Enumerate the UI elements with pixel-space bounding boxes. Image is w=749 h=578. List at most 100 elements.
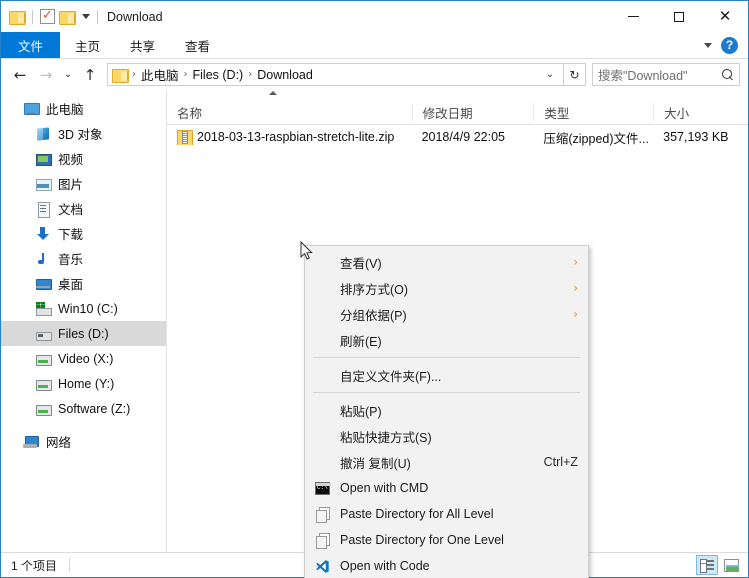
menu-item-sort-by[interactable]: 排序方式(O) ›	[305, 275, 588, 301]
customize-dropdown-icon[interactable]	[82, 14, 90, 19]
forward-button[interactable]: →	[33, 62, 59, 88]
menu-item-label: 自定义文件夹(F)...	[340, 369, 442, 384]
sidebar-item-label: 网络	[46, 436, 72, 450]
videos-icon	[35, 151, 52, 167]
large-icons-view-icon	[723, 558, 739, 572]
content-area: 此电脑 3D 对象 视频 图片 文档 下载 音乐 桌面 Win10 (C:) F…	[1, 90, 748, 578]
column-header-type[interactable]: 类型	[533, 103, 653, 121]
windows-drive-icon	[35, 301, 52, 317]
sidebar-item-documents[interactable]: 文档	[1, 196, 166, 221]
details-view-icon	[700, 559, 714, 573]
breadcrumb-dropdown-icon[interactable]: ⌄	[541, 69, 559, 80]
menu-separator	[313, 392, 580, 393]
breadcrumb-item-download[interactable]: Download	[254, 68, 316, 82]
sidebar-item-win10-c[interactable]: Win10 (C:)	[1, 296, 166, 321]
menu-item-open-with-code[interactable]: Open with Code	[305, 553, 588, 578]
up-button[interactable]: ↑	[77, 62, 103, 88]
sidebar-item-label: 视频	[58, 153, 84, 167]
menu-item-label: 粘贴快捷方式(S)	[340, 430, 432, 445]
music-icon	[35, 251, 51, 267]
search-icon[interactable]	[722, 68, 734, 81]
sidebar-item-desktop[interactable]: 桌面	[1, 271, 166, 296]
tab-share[interactable]: 共享	[115, 32, 170, 58]
table-row[interactable]: 2018-03-13-raspbian-stretch-lite.zip 201…	[167, 125, 748, 149]
sidebar-item-software-z[interactable]: Software (Z:)	[1, 396, 166, 421]
sidebar-item-label: 桌面	[58, 278, 84, 292]
menu-item-view[interactable]: 查看(V) ›	[305, 249, 588, 275]
column-header-size[interactable]: 大小	[653, 103, 748, 121]
sidebar-item-label: 下载	[58, 228, 84, 242]
minimize-icon	[627, 16, 639, 17]
details-view-button[interactable]	[696, 555, 718, 575]
tab-view[interactable]: 查看	[170, 32, 225, 58]
sidebar-item-label: 3D 对象	[58, 128, 103, 142]
sidebar-item-label: Video (X:)	[58, 351, 114, 366]
sidebar-item-videos[interactable]: 视频	[1, 146, 166, 171]
cell-name: 2018-03-13-raspbian-stretch-lite.zip	[167, 129, 412, 145]
menu-item-paste-directory-one-level[interactable]: Paste Directory for One Level	[305, 527, 588, 553]
chevron-right-icon: ›	[573, 255, 578, 269]
menu-item-label: 分组依据(P)	[340, 308, 407, 323]
window-controls: ✕	[610, 1, 748, 32]
explorer-window: Download ✕ 文件 主页 共享 查看 ? ← → ⌄ ↑ › 此电脑 ›…	[0, 0, 749, 578]
close-button[interactable]: ✕	[702, 1, 748, 32]
sidebar-item-video-x[interactable]: Video (X:)	[1, 346, 166, 371]
breadcrumb-separator-2: ›	[248, 69, 253, 80]
tab-file[interactable]: 文件	[1, 32, 61, 58]
column-header-name[interactable]: 名称	[167, 103, 412, 121]
menu-item-group-by[interactable]: 分组依据(P) ›	[305, 301, 588, 327]
toolbar-divider	[32, 9, 33, 24]
cmd-icon	[315, 481, 331, 495]
sidebar-item-this-pc[interactable]: 此电脑	[1, 96, 166, 121]
cell-type: 压缩(zipped)文件...	[543, 131, 649, 146]
help-icon[interactable]: ?	[721, 36, 738, 54]
cell-size: 357,193 KB	[663, 130, 729, 144]
view-mode-buttons	[696, 555, 742, 575]
network-drive-icon	[35, 351, 52, 367]
breadcrumb-item-this-pc[interactable]: 此电脑	[138, 65, 182, 84]
sidebar-item-home-y[interactable]: Home (Y:)	[1, 371, 166, 396]
sidebar-item-label: Win10 (C:)	[58, 301, 118, 316]
sidebar-item-music[interactable]: 音乐	[1, 246, 166, 271]
sidebar-item-3d-objects[interactable]: 3D 对象	[1, 121, 166, 146]
sidebar-item-network[interactable]: 网络	[1, 429, 166, 454]
breadcrumb-separator-0: ›	[132, 69, 136, 80]
menu-item-paste-directory-all-level[interactable]: Paste Directory for All Level	[305, 501, 588, 527]
menu-item-refresh[interactable]: 刷新(E)	[305, 327, 588, 353]
menu-item-label: 粘贴(P)	[340, 404, 382, 419]
sidebar-item-downloads[interactable]: 下载	[1, 221, 166, 246]
menu-item-customize-folder[interactable]: 自定义文件夹(F)...	[305, 362, 588, 388]
properties-icon[interactable]	[40, 7, 55, 24]
menu-item-paste-shortcut[interactable]: 粘贴快捷方式(S)	[305, 423, 588, 449]
menu-icon-slot	[313, 533, 332, 549]
column-headers: 名称 修改日期 类型 大小	[167, 100, 748, 125]
close-icon: ✕	[718, 7, 732, 25]
search-input[interactable]: 搜索"Download"	[592, 63, 740, 86]
title-bar: Download ✕	[1, 1, 748, 32]
breadcrumb-item-files-d[interactable]: Files (D:)	[190, 68, 247, 82]
maximize-button[interactable]	[656, 1, 702, 32]
status-divider	[69, 558, 71, 572]
breadcrumb[interactable]: › 此电脑 › Files (D:) › Download ⌄	[107, 63, 564, 86]
minimize-button[interactable]	[610, 1, 656, 32]
new-folder-icon[interactable]	[59, 10, 76, 25]
menu-item-open-with-cmd[interactable]: Open with CMD	[305, 475, 588, 501]
menu-item-label: Paste Directory for All Level	[340, 507, 494, 521]
menu-item-paste[interactable]: 粘贴(P)	[305, 397, 588, 423]
menu-item-undo-copy[interactable]: 撤消 复制(U) Ctrl+Z	[305, 449, 588, 475]
column-header-date[interactable]: 修改日期	[411, 103, 534, 121]
recent-locations-icon[interactable]: ⌄	[59, 62, 77, 88]
folder-icon[interactable]	[9, 10, 26, 25]
downloads-icon	[35, 226, 51, 242]
sidebar-item-files-d[interactable]: Files (D:)	[1, 321, 166, 346]
pictures-icon	[35, 176, 52, 192]
network-drive-icon	[35, 376, 52, 392]
chevron-down-icon[interactable]	[704, 42, 712, 48]
refresh-button[interactable]: ↻	[564, 63, 586, 86]
back-button[interactable]: ←	[7, 62, 33, 88]
tab-home[interactable]: 主页	[60, 32, 115, 58]
sidebar-item-pictures[interactable]: 图片	[1, 171, 166, 196]
large-icons-view-button[interactable]	[720, 555, 742, 575]
computer-icon	[23, 101, 40, 117]
quick-access-toolbar	[9, 7, 101, 25]
